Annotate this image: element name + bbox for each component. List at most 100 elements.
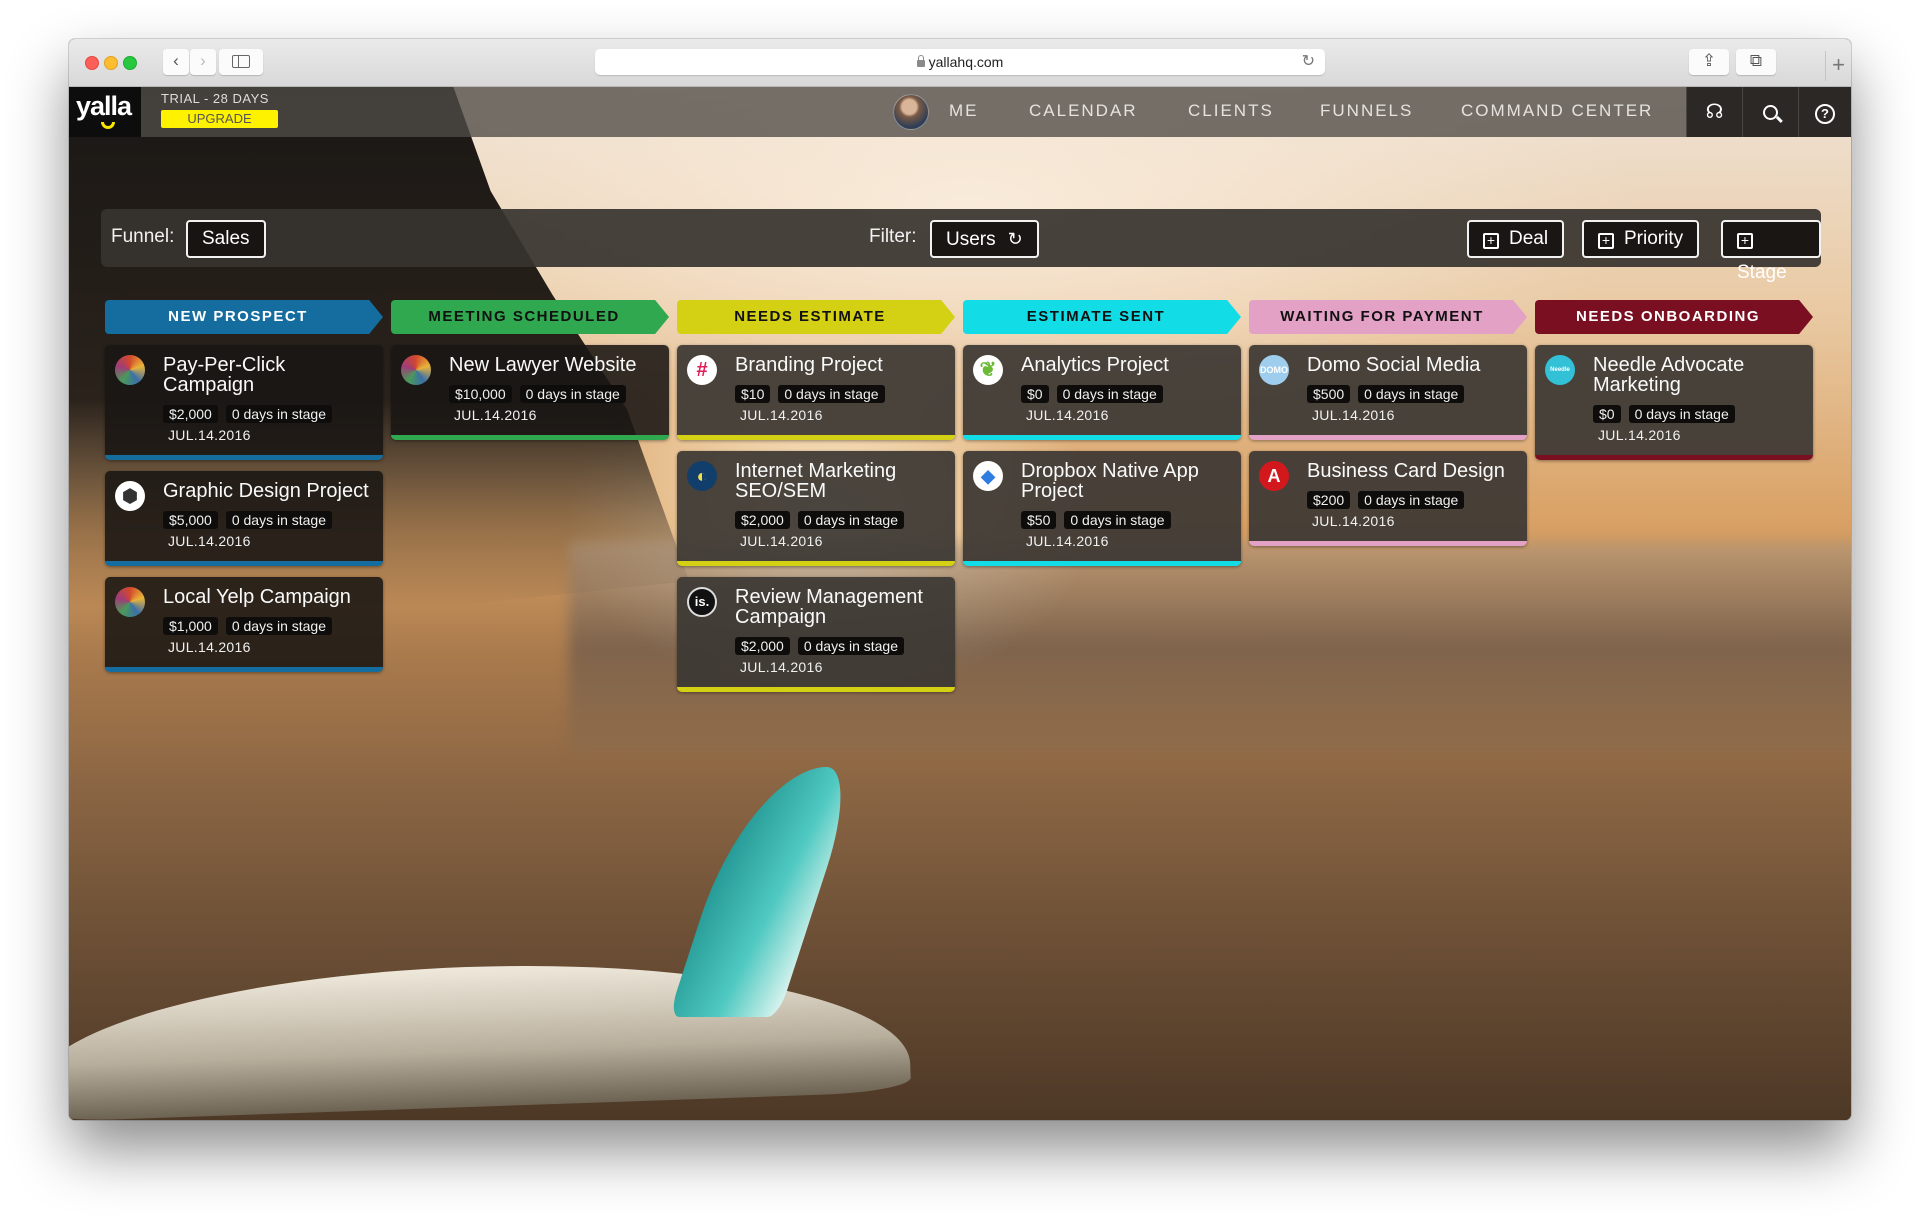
deal-value: $10: [735, 385, 771, 403]
deal-card[interactable]: A Business Card Design $200 0 days in stage…: [1249, 451, 1527, 546]
stage-header[interactable]: NEEDS ONBOARDING: [1535, 300, 1813, 334]
deal-card[interactable]: is. Review Management Campaign $2,000 0 day…: [677, 577, 955, 692]
upgrade-button[interactable]: UPGRADE: [161, 110, 278, 128]
deal-card[interactable]: # Branding Project $10 0 days in stage JUL.1…: [677, 345, 955, 440]
stage-header[interactable]: WAITING FOR PAYMENT: [1249, 300, 1527, 334]
days-in-stage: 0 days in stage: [1358, 491, 1465, 509]
days-in-stage: 0 days in stage: [797, 637, 904, 655]
plus-icon: +: [1832, 52, 1845, 77]
lock-icon: [916, 55, 925, 67]
back-button[interactable]: ‹: [163, 49, 189, 75]
deal-date: JUL.14.2016: [1026, 407, 1109, 423]
broadcast-button[interactable]: ☊: [1686, 87, 1742, 137]
deal-title: Needle Advocate Marketing: [1593, 354, 1745, 396]
add-stage-label: Stage: [1737, 262, 1787, 283]
yalla-logo[interactable]: yalla: [69, 87, 141, 137]
deal-value: $0: [1593, 405, 1621, 423]
deal-card[interactable]: Needle Needle Advocate Marketing $0 0 days …: [1535, 345, 1813, 460]
days-in-stage: 0 days in stage: [225, 405, 332, 423]
deal-value: $1,000: [163, 617, 218, 635]
plus-square-icon: +: [1483, 233, 1499, 249]
slack-logo-icon: #: [687, 355, 717, 385]
deal-card[interactable]: ◐ Internet Marketing SEO/SEM $2,000 0 days …: [677, 451, 955, 566]
add-deal-button[interactable]: + Deal: [1467, 220, 1565, 258]
background-fin: [668, 767, 860, 1017]
deal-card[interactable]: Graphic Design Project $5,000 0 days in st…: [105, 471, 383, 566]
needle-logo-icon: Needle: [1545, 355, 1575, 385]
logo-text: yalla: [76, 91, 132, 121]
help-button[interactable]: ?: [1798, 87, 1851, 137]
deal-title: New Lawyer Website: [449, 354, 637, 376]
funnel-select[interactable]: Sales: [186, 220, 266, 258]
deal-card[interactable]: Local Yelp Campaign $1,000 0 days in stage…: [105, 577, 383, 672]
deal-card[interactable]: Pay-Per-Click Campaign $2,000 0 days in st…: [105, 345, 383, 460]
add-deal-label: Deal: [1509, 228, 1549, 249]
user-avatar[interactable]: [893, 94, 929, 130]
art-avatar-icon: [115, 587, 145, 617]
deal-date: JUL.14.2016: [168, 533, 251, 549]
deal-card[interactable]: ◆ Dropbox Native App Project $50 0 days in …: [963, 451, 1241, 566]
logo-smile-icon: [101, 122, 115, 129]
deal-value: $50: [1021, 511, 1057, 529]
deal-date: JUL.14.2016: [740, 533, 823, 549]
chevron-left-icon: ‹: [173, 51, 179, 70]
stage-header[interactable]: MEETING SCHEDULED: [391, 300, 669, 334]
share-button[interactable]: ⇪: [1689, 49, 1729, 75]
days-in-stage: 0 days in stage: [1628, 405, 1735, 423]
nav-command-center[interactable]: COMMAND CENTER: [1461, 101, 1653, 121]
forward-button[interactable]: ›: [190, 49, 216, 75]
add-stage-button[interactable]: + Stage: [1721, 220, 1821, 283]
stage-column: NEW PROSPECT Pay-Per-Click Campaign $2,000…: [105, 300, 383, 672]
sidebar-toggle-button[interactable]: [219, 49, 263, 75]
lemon-logo-icon: ◐: [687, 461, 717, 491]
deal-card[interactable]: DOMO Domo Social Media $500 0 days in stage…: [1249, 345, 1527, 440]
plus-square-icon: +: [1598, 233, 1614, 249]
browser-toolbar: ‹ › yallahq.com ↻ ⇪ ⧉ +: [69, 39, 1851, 87]
filter-value: Users: [946, 229, 996, 250]
sidebar-icon: [232, 55, 250, 68]
deal-date: JUL.14.2016: [1598, 427, 1681, 443]
stage-header[interactable]: NEW PROSPECT: [105, 300, 383, 334]
dropbox-logo-icon: ◆: [973, 461, 1003, 491]
deal-date: JUL.14.2016: [740, 407, 823, 423]
stage-column: WAITING FOR PAYMENT DOMO Domo Social Media…: [1249, 300, 1527, 546]
filter-label: Filter:: [869, 226, 917, 247]
zoom-window-button[interactable]: [123, 56, 137, 70]
close-window-button[interactable]: [85, 56, 99, 70]
days-in-stage: 0 days in stage: [1064, 511, 1171, 529]
stage-column: NEEDS ONBOARDING Needle Needle Advocate Ma…: [1535, 300, 1813, 460]
deal-value: $500: [1307, 385, 1351, 403]
deal-title: Dropbox Native App Project: [1021, 460, 1199, 502]
nav-funnels[interactable]: FUNNELS: [1320, 101, 1413, 121]
show-tabs-button[interactable]: ⧉: [1736, 49, 1776, 75]
search-icon: [1763, 105, 1778, 120]
deal-meta: $10 0 days in stage: [735, 385, 945, 404]
filter-users-button[interactable]: Users ↻: [930, 220, 1039, 258]
deal-meta: $0 0 days in stage: [1021, 385, 1231, 404]
new-tab-button[interactable]: +: [1825, 51, 1851, 81]
days-in-stage: 0 days in stage: [1056, 385, 1163, 403]
deal-value: $10,000: [449, 385, 512, 403]
add-priority-button[interactable]: + Priority: [1582, 220, 1700, 258]
stage-header[interactable]: ESTIMATE SENT: [963, 300, 1241, 334]
deal-date: JUL.14.2016: [740, 659, 823, 675]
deal-value: $0: [1021, 385, 1049, 403]
deal-meta: $2,000 0 days in stage: [163, 405, 373, 424]
help-icon: ?: [1815, 104, 1835, 124]
nav-calendar[interactable]: CALENDAR: [1029, 101, 1138, 121]
deal-meta: $5,000 0 days in stage: [163, 511, 373, 530]
deal-card[interactable]: New Lawyer Website $10,000 0 days in stage…: [391, 345, 669, 440]
nav-clients[interactable]: CLIENTS: [1188, 101, 1274, 121]
reload-icon[interactable]: ↻: [1302, 49, 1315, 75]
deal-meta: $0 0 days in stage: [1593, 405, 1803, 424]
minimize-window-button[interactable]: [104, 56, 118, 70]
is-logo-icon: is.: [687, 587, 717, 617]
top-navigation: yalla TRIAL - 28 DAYS UPGRADE ME CALENDA…: [69, 87, 1851, 137]
deal-card[interactable]: ❦ Analytics Project $0 0 days in stage JUL.1…: [963, 345, 1241, 440]
search-button[interactable]: [1742, 87, 1798, 137]
stage-header[interactable]: NEEDS ESTIMATE: [677, 300, 955, 334]
adobe-logo-icon: A: [1259, 461, 1289, 491]
nav-me[interactable]: ME: [949, 101, 979, 121]
address-bar[interactable]: yallahq.com ↻: [595, 49, 1325, 75]
tabs-icon: ⧉: [1749, 51, 1763, 70]
